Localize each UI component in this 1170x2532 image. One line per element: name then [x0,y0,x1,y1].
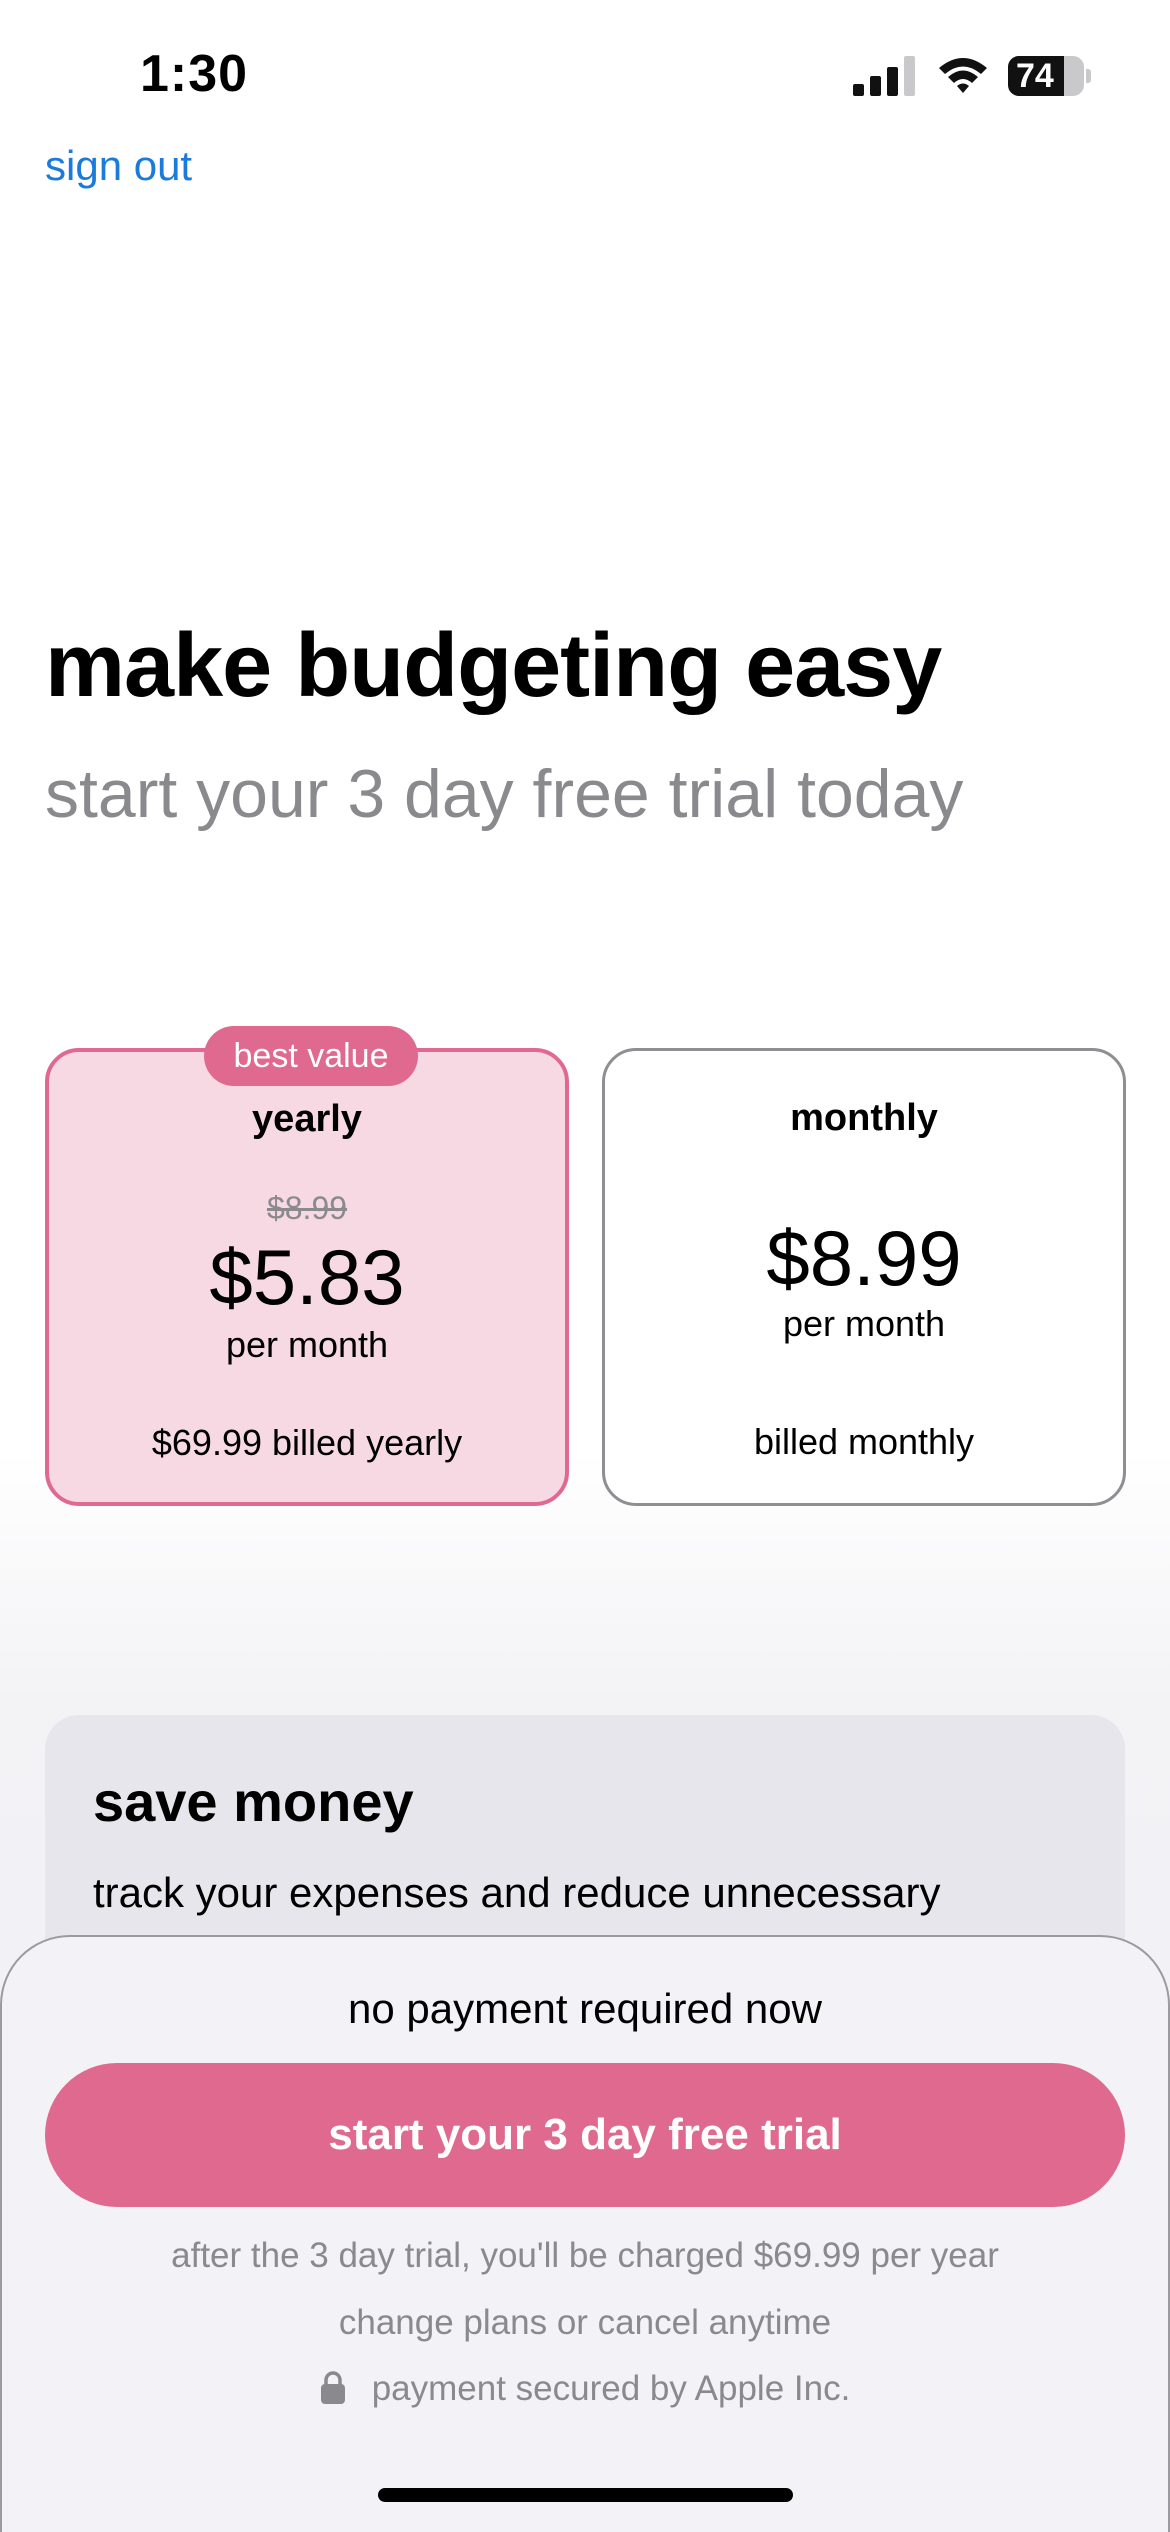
plan-billing: billed monthly [753,1421,975,1462]
wifi-icon [939,58,987,93]
plan-name: monthly [790,1097,938,1139]
page-title: make budgeting easy [45,616,942,716]
lock-icon [320,2371,345,2404]
page-subtitle: start your 3 day free trial today [45,756,964,832]
battery-level: 74 [1016,57,1054,95]
best-value-badge: best value [204,1026,418,1086]
plan-billing: $69.99 billed yearly [151,1422,463,1463]
plan-old-price: $8.99 [266,1190,348,1226]
plan-card-yearly[interactable]: best value yearly $8.99 $5.83 per month … [45,1026,569,1506]
no-payment-note: no payment required now [348,1985,822,2032]
cancel-note: change plans or cancel anytime [338,2303,832,2342]
secure-note: payment secured by Apple Inc. [371,2369,851,2408]
paywall-screen: 1:30 74 sign out make budgeting easy sta… [0,0,1170,2532]
battery-tip [1086,69,1091,83]
cellular-signal-icon [853,56,915,96]
sign-out-link[interactable]: sign out [45,142,192,190]
feature-text: track your expenses and reduce unnecessa… [93,1869,941,1916]
plan-period: per month [782,1303,946,1344]
plan-price: $8.99 [766,1214,962,1302]
status-time: 1:30 [140,45,249,103]
plan-name: yearly [252,1098,362,1140]
feature-title: save money [93,1770,414,1833]
battery-body: 74 [1008,56,1084,96]
start-trial-button[interactable]: start your 3 day free trial [45,2063,1125,2207]
plan-price: $5.83 [209,1233,405,1321]
home-indicator [378,2488,793,2502]
status-bar: 1:30 74 [0,0,1170,150]
battery-icon: 74 [1008,56,1091,96]
plan-period: per month [225,1324,389,1365]
charge-note: after the 3 day trial, you'll be charged… [171,2236,999,2275]
plan-card-monthly[interactable]: monthly $8.99 per month billed monthly [602,1048,1126,1506]
secure-note-row: payment secured by Apple Inc. [0,2369,1170,2409]
